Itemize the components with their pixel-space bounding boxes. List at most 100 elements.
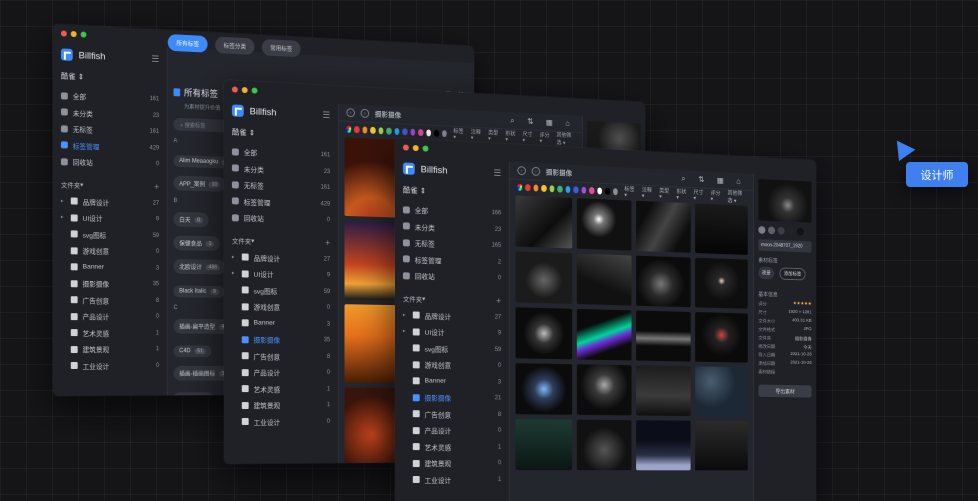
color-swatch[interactable] xyxy=(402,127,408,135)
color-swatch[interactable] xyxy=(354,125,360,133)
thumbnail[interactable] xyxy=(636,310,691,362)
palette-swatch[interactable] xyxy=(787,227,795,236)
forward-button[interactable]: › xyxy=(360,108,370,118)
thumbnail[interactable] xyxy=(576,308,632,361)
color-swatch[interactable] xyxy=(434,129,440,137)
thumbnail[interactable] xyxy=(344,137,400,218)
color-swatch[interactable] xyxy=(589,186,595,194)
library-selector[interactable]: 酷雀 ⇕ xyxy=(403,184,501,199)
filter-dropdown[interactable]: 类型 ▾ xyxy=(659,186,670,200)
rainbow-swatch[interactable] xyxy=(517,183,523,191)
menu-icon[interactable]: ☰ xyxy=(151,53,159,64)
zoom-dot[interactable] xyxy=(422,145,429,152)
thumbnail[interactable] xyxy=(636,365,691,416)
color-swatch[interactable] xyxy=(565,185,571,193)
export-button[interactable]: 导出素材 xyxy=(758,384,812,398)
folder-item[interactable]: 摄影摄像 35 xyxy=(61,275,159,293)
palette-swatch[interactable] xyxy=(758,226,766,234)
library-selector[interactable]: 酷雀 ⇕ xyxy=(61,70,159,85)
thumbnail[interactable] xyxy=(694,366,748,417)
thumbnail[interactable] xyxy=(576,419,632,471)
library-selector[interactable]: 酷雀 ⇕ xyxy=(232,126,330,141)
thumbnail[interactable] xyxy=(694,312,748,363)
minimize-dot[interactable] xyxy=(70,30,77,38)
add-folder-icon[interactable]: + xyxy=(325,237,330,247)
rainbow-swatch[interactable] xyxy=(346,125,352,133)
expand-arrow-icon[interactable]: ▸ xyxy=(61,198,66,204)
thumbnail[interactable] xyxy=(344,387,400,464)
filter-dropdown[interactable]: 评分 ▾ xyxy=(711,189,722,203)
thumbnail[interactable] xyxy=(636,200,691,253)
toolbar-icons[interactable]: ⌕ ⇅ ▦ ⌂ xyxy=(510,116,575,129)
add-folder-icon[interactable]: + xyxy=(154,181,159,191)
folder-item[interactable]: 游戏创意 0 xyxy=(232,298,330,316)
tag-chip[interactable]: C4D 51 xyxy=(173,345,212,358)
filter-dropdown[interactable]: 标签 ▾ xyxy=(624,185,635,199)
minimize-dot[interactable] xyxy=(241,86,248,94)
folder-item[interactable]: 艺术灵感 1 xyxy=(232,381,330,398)
folder-item[interactable]: 建筑景观 1 xyxy=(61,341,159,358)
folder-item[interactable]: 工业设计 1 xyxy=(403,472,501,488)
tab-all-tags[interactable]: 所有标签 xyxy=(167,34,208,53)
folder-item[interactable]: 建筑景观 0 xyxy=(403,455,501,472)
color-swatch[interactable] xyxy=(549,184,555,192)
filename-field[interactable]: moon-2048707_1920 xyxy=(758,239,812,253)
tag-chip[interactable]: 夜景 xyxy=(758,266,775,280)
sidebar-item[interactable]: 回收站 0 xyxy=(231,209,330,228)
sidebar-item[interactable]: 回收站 0 xyxy=(402,267,501,286)
tag-chip[interactable]: 白天 0 xyxy=(173,211,209,228)
folder-item[interactable]: 工业设计 0 xyxy=(232,414,330,430)
color-swatch[interactable] xyxy=(612,187,618,195)
color-swatch[interactable] xyxy=(394,127,400,135)
color-swatch[interactable] xyxy=(426,128,432,136)
color-swatch[interactable] xyxy=(370,126,376,134)
expand-arrow-icon[interactable]: ▸ xyxy=(403,312,408,318)
zoom-dot[interactable] xyxy=(80,31,87,38)
folder-item[interactable]: 游戏创意 0 xyxy=(61,242,159,260)
add-tag-button[interactable]: 添加标签 xyxy=(779,267,806,281)
filter-dropdown[interactable]: 尺寸 ▾ xyxy=(523,130,534,144)
thumbnail[interactable] xyxy=(576,364,632,416)
thumbnail[interactable] xyxy=(694,420,748,471)
menu-icon[interactable]: ☰ xyxy=(493,167,501,178)
color-swatch[interactable] xyxy=(573,185,579,193)
folder-item[interactable]: Banner 3 xyxy=(403,373,501,391)
thumbnail[interactable] xyxy=(576,253,632,306)
color-swatch[interactable] xyxy=(525,183,531,191)
color-swatch[interactable] xyxy=(410,128,416,136)
folder-item[interactable]: 艺术灵感 1 xyxy=(403,439,501,456)
color-swatch[interactable] xyxy=(386,127,392,135)
folder-item[interactable]: 游戏创意 0 xyxy=(403,356,501,374)
tag-chip[interactable]: 北欧设计 486 xyxy=(173,258,226,275)
color-swatch[interactable] xyxy=(541,184,547,192)
menu-icon[interactable]: ☰ xyxy=(322,109,330,120)
folder-item[interactable]: svg图标 59 xyxy=(61,226,159,244)
palette-swatch[interactable] xyxy=(777,226,785,235)
color-swatch[interactable] xyxy=(605,187,611,195)
palette-swatch[interactable] xyxy=(796,227,804,236)
color-swatch[interactable] xyxy=(581,186,587,194)
tab-frequent-tags[interactable]: 常用标签 xyxy=(261,38,301,58)
tag-chip[interactable]: Canva1 xyxy=(173,392,214,396)
folders-header[interactable]: 文件夹 ▾ + xyxy=(232,235,330,247)
filter-dropdown[interactable]: 形状 ▾ xyxy=(505,129,516,143)
back-button[interactable]: ‹ xyxy=(346,108,355,118)
color-swatch[interactable] xyxy=(378,126,384,134)
folder-item[interactable]: Banner 3 xyxy=(232,315,330,333)
forward-button[interactable]: › xyxy=(531,166,541,176)
thumbnail[interactable] xyxy=(515,195,572,249)
folder-item[interactable]: 建筑景观 1 xyxy=(232,397,330,414)
thumbnail[interactable] xyxy=(344,220,400,301)
thumbnail[interactable] xyxy=(694,203,748,255)
folder-item[interactable]: 摄影摄像 21 xyxy=(403,389,501,407)
filter-dropdown[interactable]: 注释 ▾ xyxy=(471,128,482,142)
folder-item[interactable]: ▸ UI设计 9 xyxy=(61,209,159,228)
zoom-dot[interactable] xyxy=(251,87,258,94)
filter-dropdown[interactable]: 尺寸 ▾ xyxy=(694,188,705,202)
folder-item[interactable]: 工业设计 0 xyxy=(61,358,159,374)
folder-item[interactable]: 产品设计 0 xyxy=(61,308,159,325)
folder-item[interactable]: svg图标 59 xyxy=(403,340,501,358)
folder-item[interactable]: 广告创意 8 xyxy=(61,292,159,309)
sidebar-item[interactable]: 回收站 0 xyxy=(60,153,159,172)
folder-item[interactable]: ▸ UI设计 9 xyxy=(403,323,501,342)
